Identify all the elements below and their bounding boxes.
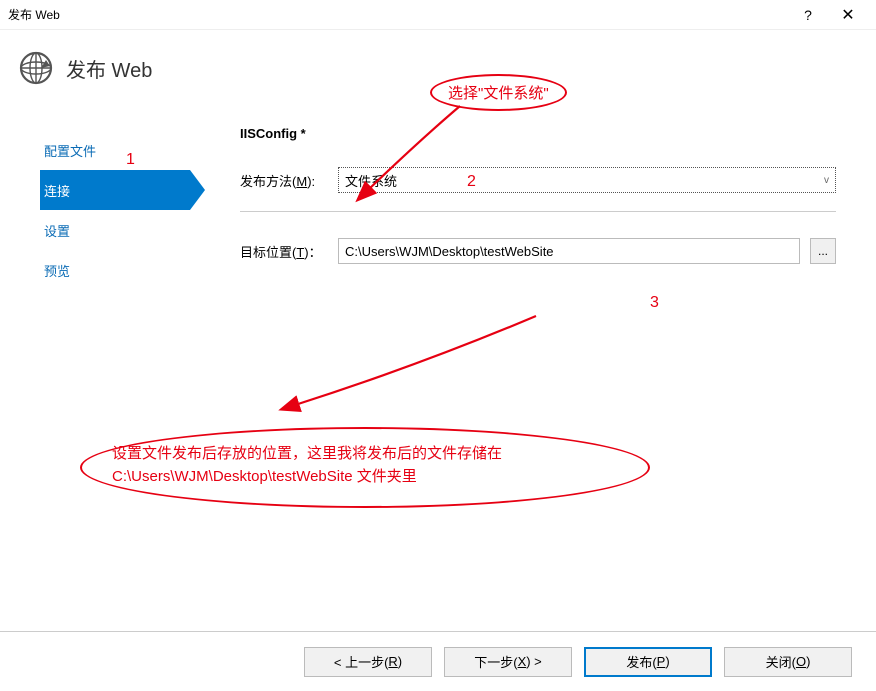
- sidebar-item-profile[interactable]: 配置文件: [40, 130, 190, 170]
- close-dialog-button[interactable]: 关闭(O): [724, 647, 852, 677]
- annotation-bubble-2-line2: C:\Users\WJM\Desktop\testWebSite 文件夹里: [112, 466, 618, 489]
- publish-method-label: 发布方法(M):: [240, 171, 338, 190]
- annotation-bubble-2: 设置文件发布后存放的位置，这里我将发布后的文件存储在 C:\Users\WJM\…: [80, 427, 650, 508]
- sidebar-item-connection[interactable]: 连接: [40, 170, 190, 210]
- globe-icon: [18, 50, 54, 86]
- page-title: 发布 Web: [66, 54, 152, 83]
- divider: [240, 211, 836, 212]
- annotation-number-3: 3: [650, 294, 659, 312]
- next-button[interactable]: 下一步(X) >: [444, 647, 572, 677]
- titlebar: 发布 Web ? ✕: [0, 0, 876, 30]
- target-location-label: 目标位置(T)：: [240, 242, 338, 261]
- window-title: 发布 Web: [8, 6, 788, 23]
- sidebar-item-preview[interactable]: 预览: [40, 250, 190, 290]
- publish-method-select[interactable]: 文件系统 v: [338, 167, 836, 193]
- sidebar-item-label: 连接: [44, 181, 70, 200]
- target-location-input[interactable]: [338, 238, 800, 264]
- target-location-row: 目标位置(T)： ...: [240, 238, 836, 264]
- publish-method-value: 文件系统: [345, 171, 397, 190]
- prev-button[interactable]: < 上一步(R): [304, 647, 432, 677]
- publish-button[interactable]: 发布(P): [584, 647, 712, 677]
- chevron-down-icon: v: [824, 175, 829, 186]
- section-title: IISConfig *: [240, 126, 836, 141]
- wizard-content: IISConfig * 发布方法(M): 文件系统 v 目标位置(T)： ...: [190, 102, 876, 290]
- annotation-bubble-2-line1: 设置文件发布后存放的位置，这里我将发布后的文件存储在: [112, 443, 618, 466]
- sidebar-item-label: 配置文件: [44, 141, 96, 160]
- dialog-body: 配置文件 连接 设置 预览 IISConfig * 发布方法(M): 文件系统 …: [0, 102, 876, 290]
- sidebar-item-settings[interactable]: 设置: [40, 210, 190, 250]
- dialog-footer: < 上一步(R) 下一步(X) > 发布(P) 关闭(O): [0, 631, 876, 691]
- sidebar-item-label: 设置: [44, 221, 70, 240]
- close-button[interactable]: ✕: [828, 5, 868, 25]
- dialog-header: 发布 Web: [0, 30, 876, 102]
- sidebar-item-label: 预览: [44, 261, 70, 280]
- wizard-sidebar: 配置文件 连接 设置 预览: [0, 102, 190, 290]
- help-button[interactable]: ?: [788, 7, 828, 23]
- ellipsis-icon: ...: [818, 244, 828, 258]
- browse-button[interactable]: ...: [810, 238, 836, 264]
- publish-method-row: 发布方法(M): 文件系统 v: [240, 167, 836, 193]
